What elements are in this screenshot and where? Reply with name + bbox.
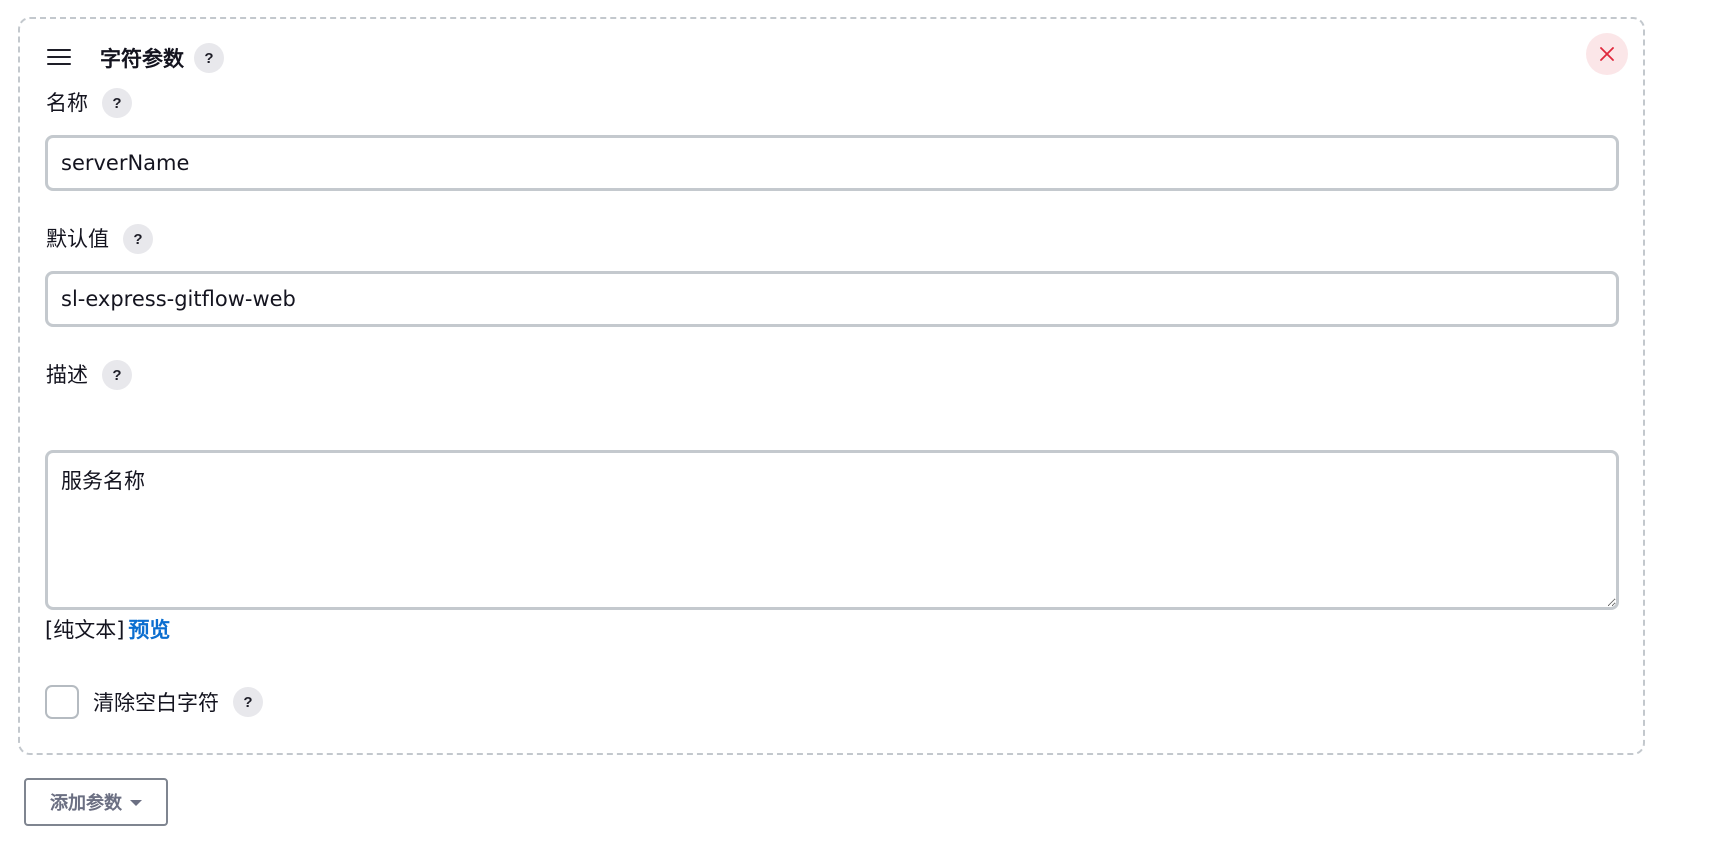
card-title: 字符参数: [100, 47, 184, 71]
description-label: 描述: [46, 363, 88, 387]
preview-link[interactable]: 预览: [128, 618, 170, 642]
name-label: 名称: [46, 91, 88, 115]
trim-checkbox[interactable]: [45, 685, 79, 719]
description-label-row: 描述 ?: [46, 360, 132, 390]
default-value-label: 默认值: [46, 227, 109, 251]
name-input[interactable]: [45, 135, 1619, 191]
default-value-help-icon[interactable]: ?: [123, 224, 153, 254]
trim-label[interactable]: 清除空白字符: [93, 687, 219, 717]
default-value-label-row: 默认值 ?: [46, 224, 153, 254]
trim-row: 清除空白字符 ?: [45, 685, 263, 719]
name-help-icon[interactable]: ?: [102, 88, 132, 118]
close-button[interactable]: [1586, 33, 1628, 75]
card-header: 字符参数 ?: [20, 19, 1643, 95]
close-icon: [1600, 47, 1614, 61]
description-textarea[interactable]: 服务名称: [45, 450, 1619, 610]
description-help-icon[interactable]: ?: [102, 360, 132, 390]
caret-down-icon: [130, 800, 142, 806]
add-parameter-label: 添加参数: [50, 793, 122, 814]
trim-help-icon[interactable]: ?: [233, 687, 263, 717]
help-icon[interactable]: ?: [194, 43, 224, 73]
string-parameter-card: 字符参数 ? 名称 ? 默认值 ? 描述 ? 服务名称 [纯文本]预览 清除空白…: [18, 17, 1645, 755]
add-parameter-button[interactable]: 添加参数: [24, 778, 168, 826]
default-value-input[interactable]: [45, 271, 1619, 327]
plain-text-indicator: [纯文本]: [45, 618, 125, 642]
name-label-row: 名称 ?: [46, 88, 132, 118]
drag-handle-icon[interactable]: [47, 49, 71, 67]
format-row: [纯文本] 预览: [45, 615, 170, 645]
